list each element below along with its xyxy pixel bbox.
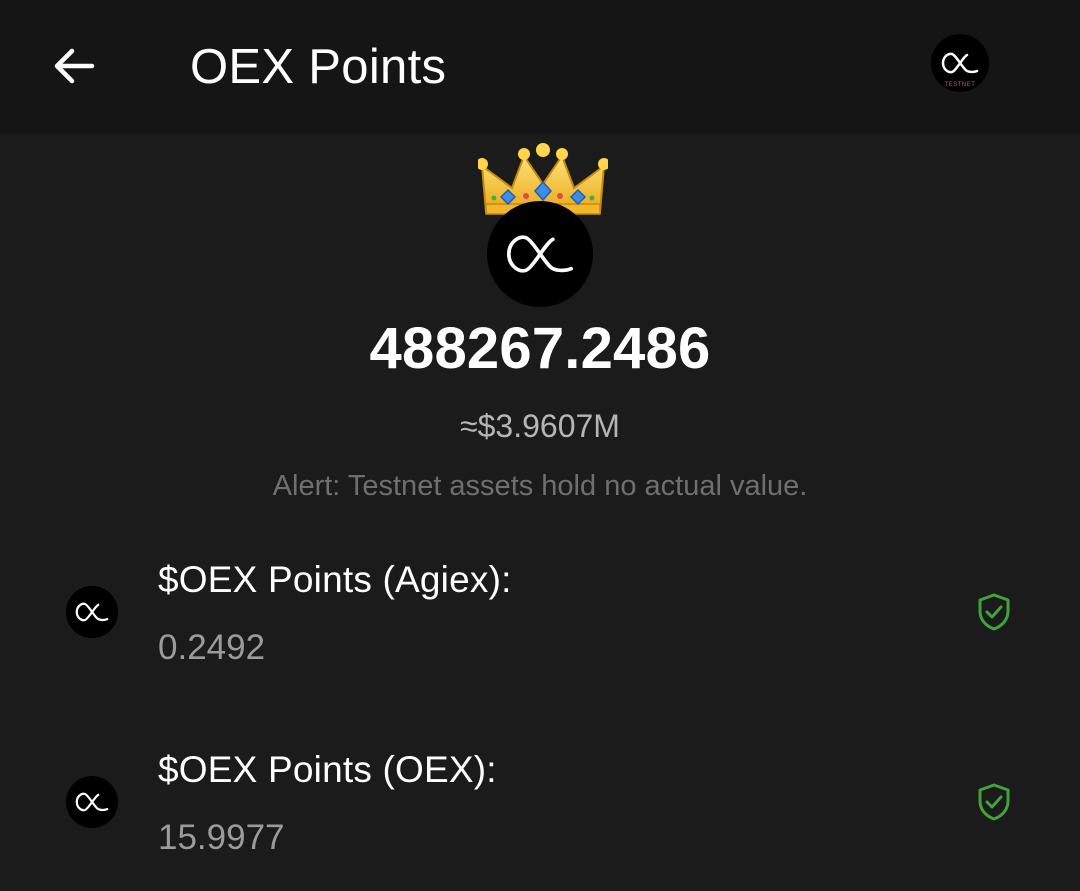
- oex-points-screen: OEX Points TESTNET 488267.2486 ≈$3.9607M…: [0, 0, 1080, 891]
- account-avatar[interactable]: TESTNET: [931, 34, 989, 92]
- points-balance: 488267.2486: [369, 316, 711, 381]
- asset-label: $OEX Points (Agiex):: [158, 559, 512, 600]
- oex-asset-logo: [66, 586, 118, 638]
- asset-row-oex[interactable]: $OEX Points (OEX): 15.9977: [0, 742, 1080, 891]
- oex-logo-icon: [75, 792, 109, 812]
- usd-equivalent: ≈$3.9607M: [460, 408, 620, 444]
- asset-row-agiex[interactable]: $OEX Points (Agiex): 0.2492: [0, 552, 1080, 702]
- oex-main-logo: [487, 201, 593, 307]
- page-title: OEX Points: [190, 40, 447, 94]
- shield-check-icon: [978, 783, 1010, 821]
- back-button[interactable]: [48, 40, 100, 92]
- oex-logo-icon: [75, 602, 109, 622]
- oex-logo-icon: [506, 235, 574, 273]
- shield-check-icon: [978, 593, 1010, 631]
- testnet-alert: Alert: Testnet assets hold no actual val…: [272, 470, 808, 502]
- asset-value: 0.2492: [158, 628, 266, 667]
- top-app-bar: OEX Points TESTNET: [0, 0, 1080, 134]
- oex-logo-icon: [941, 52, 979, 74]
- testnet-tag: TESTNET: [944, 82, 976, 88]
- arrow-left-icon: [54, 48, 95, 84]
- oex-asset-logo: [66, 776, 118, 828]
- asset-label: $OEX Points (OEX):: [158, 749, 497, 790]
- asset-value: 15.9977: [158, 818, 285, 857]
